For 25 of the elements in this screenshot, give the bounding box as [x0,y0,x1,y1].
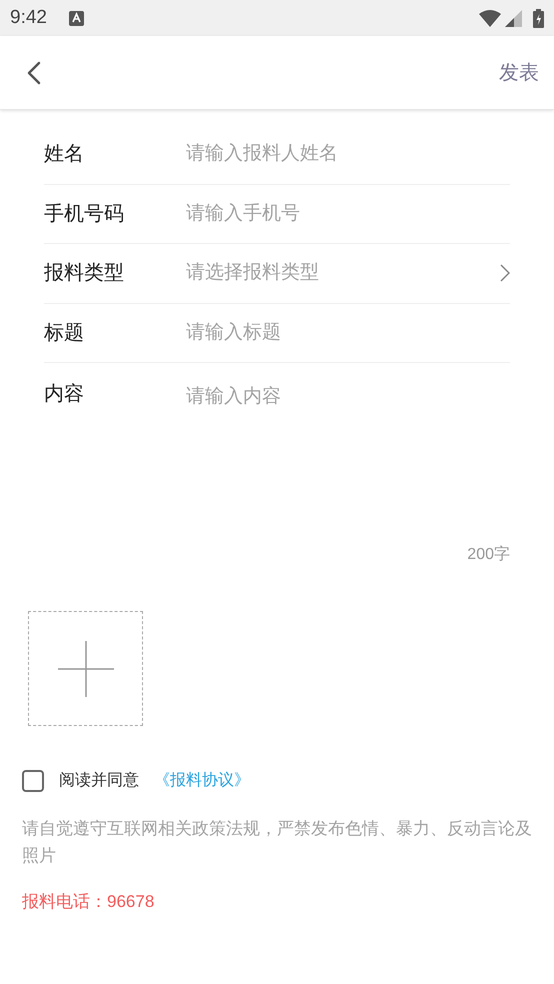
content-field[interactable]: 请输入内容 [186,383,510,533]
char-count: 200字 [467,544,510,565]
publish-button[interactable]: 发表 [499,58,539,88]
field-label: 手机号码 [44,202,125,227]
status-time: 9:42 [10,6,47,30]
chevron-right-icon [500,264,510,282]
hotline-text: 报料电话：96678 [22,891,156,913]
battery-icon [533,8,544,28]
signal-icon [505,10,522,26]
field-label: 报料类型 [44,261,125,286]
field-label: 标题 [44,320,85,346]
text-field[interactable]: 请输入标题 [186,318,510,347]
agree-checkbox[interactable] [22,770,44,792]
keyboard-icon [68,10,84,26]
field-label: 内容 [44,382,85,407]
type-select[interactable]: 请选择报料类型 [186,259,510,288]
agree-label: 阅读并同意 [59,770,139,791]
notice-text: 请自觉遵守互联网相关政策法规，严禁发布色情、暴力、反动言论及照片 [22,818,532,867]
text-field[interactable]: 请输入报料人姓名 [186,140,510,168]
wifi-icon [479,10,501,26]
back-icon [27,60,41,84]
field-label: 姓名 [44,142,85,168]
agreement-link[interactable]: 《报料协议》 [154,769,250,793]
plus-icon [58,640,114,696]
text-field[interactable]: 请输入手机号 [186,200,510,228]
